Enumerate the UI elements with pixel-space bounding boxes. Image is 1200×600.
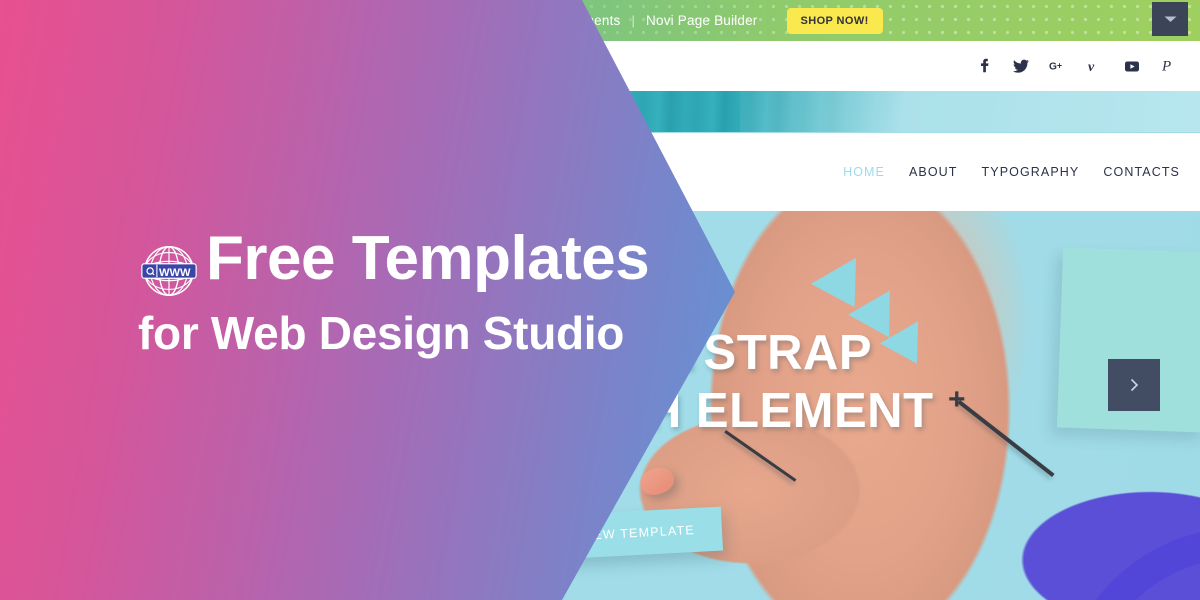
shop-now-button[interactable]: SHOP NOW! (786, 7, 883, 34)
slider-next-button[interactable] (1108, 359, 1160, 411)
nav-item-contacts[interactable]: CONTACTS (1103, 165, 1180, 179)
svg-text:G: G (1049, 62, 1057, 73)
nav-item-typography[interactable]: TYPOGRAPHY (982, 165, 1080, 179)
svg-text:+: + (1057, 60, 1062, 70)
twitter-icon[interactable] (1012, 57, 1030, 75)
globe-www-icon: WWW (141, 246, 197, 296)
facebook-icon[interactable] (975, 57, 993, 75)
pinterest-icon[interactable]: P (1160, 57, 1178, 75)
google-plus-icon[interactable]: G + (1049, 57, 1067, 75)
promo-banner-stage: + BOOTSTRAP RICH ELEMENT VIEW TEMPLATE G… (0, 0, 1200, 600)
nav-item-home[interactable]: HOME (843, 165, 885, 179)
site-navigation-bar: HOME ABOUT TYPOGRAPHY CONTACTS (640, 133, 1200, 211)
nav-link-list: HOME ABOUT TYPOGRAPHY CONTACTS (843, 133, 1180, 211)
social-bar: G + v P (585, 41, 1200, 91)
svg-text:v: v (1088, 60, 1095, 73)
vimeo-icon[interactable]: v (1086, 57, 1104, 75)
chevron-down-icon (1164, 16, 1176, 22)
page-title: Free Templates (206, 224, 650, 293)
svg-text:P: P (1162, 59, 1171, 75)
promo-item-novi-page-builder: Novi Page Builder (646, 13, 758, 28)
chevron-right-icon (1130, 378, 1139, 392)
social-icon-list: G + v P (975, 41, 1178, 91)
promo-collapse-button[interactable] (1152, 2, 1188, 36)
page-subtitle: for Web Design Studio (138, 307, 625, 359)
nav-item-about[interactable]: ABOUT (909, 165, 958, 179)
youtube-icon[interactable] (1123, 57, 1141, 75)
svg-text:WWW: WWW (159, 267, 191, 279)
